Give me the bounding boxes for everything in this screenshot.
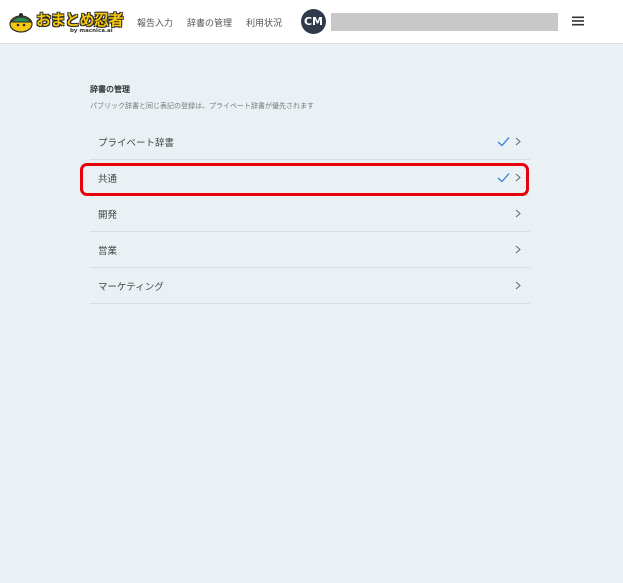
nav-report-input[interactable]: 報告入力: [137, 16, 173, 29]
check-icon: [497, 137, 510, 147]
user-avatar[interactable]: CM: [301, 9, 326, 34]
top-header: おまとめ忍者 by macnica.ai 報告入力 辞書の管理 利用状況 CM: [0, 0, 623, 44]
dictionary-item-private[interactable]: プライベート辞書: [90, 124, 530, 160]
hamburger-menu-icon[interactable]: [572, 15, 584, 27]
chevron-right-icon: [515, 281, 521, 290]
nav-dictionary-management[interactable]: 辞書の管理: [187, 16, 232, 29]
ninja-mascot-icon: [9, 13, 33, 33]
nav-usage-status[interactable]: 利用状況: [246, 16, 282, 29]
app-logo[interactable]: おまとめ忍者 by macnica.ai: [8, 6, 124, 38]
dictionary-item-sales[interactable]: 営業: [90, 232, 530, 268]
dictionary-item-common[interactable]: 共通: [90, 160, 530, 196]
chevron-right-icon: [515, 173, 521, 182]
chevron-right-icon: [515, 209, 521, 218]
chevron-right-icon: [515, 137, 521, 146]
check-icon: [497, 173, 510, 183]
page-description: パブリック辞書と同じ表記の登録は、プライベート辞書が優先されます: [90, 102, 314, 110]
dictionary-item-marketing[interactable]: マーケティング: [90, 268, 530, 304]
dictionary-item-development[interactable]: 開発: [90, 196, 530, 232]
logo-text: おまとめ忍者: [36, 11, 124, 29]
dictionary-item-label: プライベート辞書: [98, 137, 175, 149]
dictionary-item-label: 開発: [98, 209, 118, 221]
dictionary-item-label: 営業: [98, 245, 118, 257]
main-nav: 報告入力 辞書の管理 利用状況: [137, 0, 296, 44]
chevron-right-icon: [515, 245, 521, 254]
logo-subtitle: by macnica.ai: [70, 28, 113, 34]
dictionary-item-label: 共通: [98, 173, 118, 185]
dictionary-management-panel: 辞書の管理 パブリック辞書と同じ表記の登録は、プライベート辞書が優先されます プ…: [90, 84, 530, 304]
dictionary-list: プライベート辞書 共通 開発 営業 マーケティング: [90, 124, 530, 304]
page-title: 辞書の管理: [90, 85, 130, 94]
redacted-user-name: [331, 13, 558, 31]
dictionary-item-label: マーケティング: [98, 281, 164, 293]
